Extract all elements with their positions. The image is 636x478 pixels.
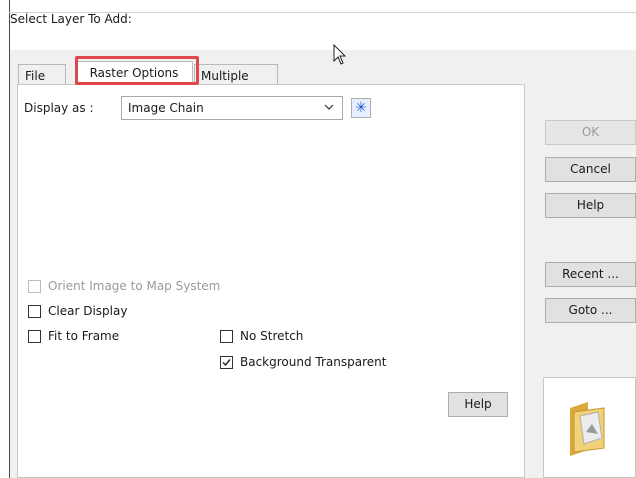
goto-button[interactable]: Goto ...	[545, 298, 636, 323]
asterisk-button[interactable]: ✳	[351, 98, 371, 118]
tab-file[interactable]: File	[18, 64, 66, 85]
tab-raster-options[interactable]: Raster Options	[75, 61, 193, 85]
ok-button[interactable]: OK	[545, 120, 636, 145]
window-title: Select Layer To Add:	[10, 12, 132, 26]
display-as-label: Display as :	[24, 101, 94, 115]
background-transparent-checkbox[interactable]	[220, 356, 233, 369]
orient-image-label: Orient Image to Map System	[48, 279, 221, 293]
select-layer-dialog: Select Layer To Add: File Raster Options…	[0, 0, 636, 478]
recent-button[interactable]: Recent ...	[545, 262, 636, 287]
fit-to-frame-label: Fit to Frame	[48, 329, 120, 343]
mouse-cursor-icon	[333, 44, 347, 65]
clear-display-checkbox[interactable]	[28, 305, 41, 318]
clear-display-label: Clear Display	[48, 304, 128, 318]
display-as-select[interactable]: Image Chain	[121, 96, 343, 120]
no-stretch-checkbox[interactable]	[220, 330, 233, 343]
tab-multiple[interactable]: Multiple	[194, 64, 278, 85]
check-icon	[222, 359, 231, 367]
no-stretch-label: No Stretch	[240, 329, 304, 343]
chevron-down-icon	[324, 104, 334, 110]
help-button[interactable]: Help	[545, 193, 636, 218]
orient-image-checkbox[interactable]	[28, 280, 41, 293]
panel-help-button[interactable]: Help	[448, 392, 508, 417]
background-transparent-label: Background Transparent	[240, 355, 387, 369]
preview-box	[543, 377, 636, 478]
display-as-value: Image Chain	[128, 101, 204, 115]
folder-icon	[570, 402, 605, 456]
cancel-button[interactable]: Cancel	[545, 157, 636, 182]
fit-to-frame-checkbox[interactable]	[28, 330, 41, 343]
